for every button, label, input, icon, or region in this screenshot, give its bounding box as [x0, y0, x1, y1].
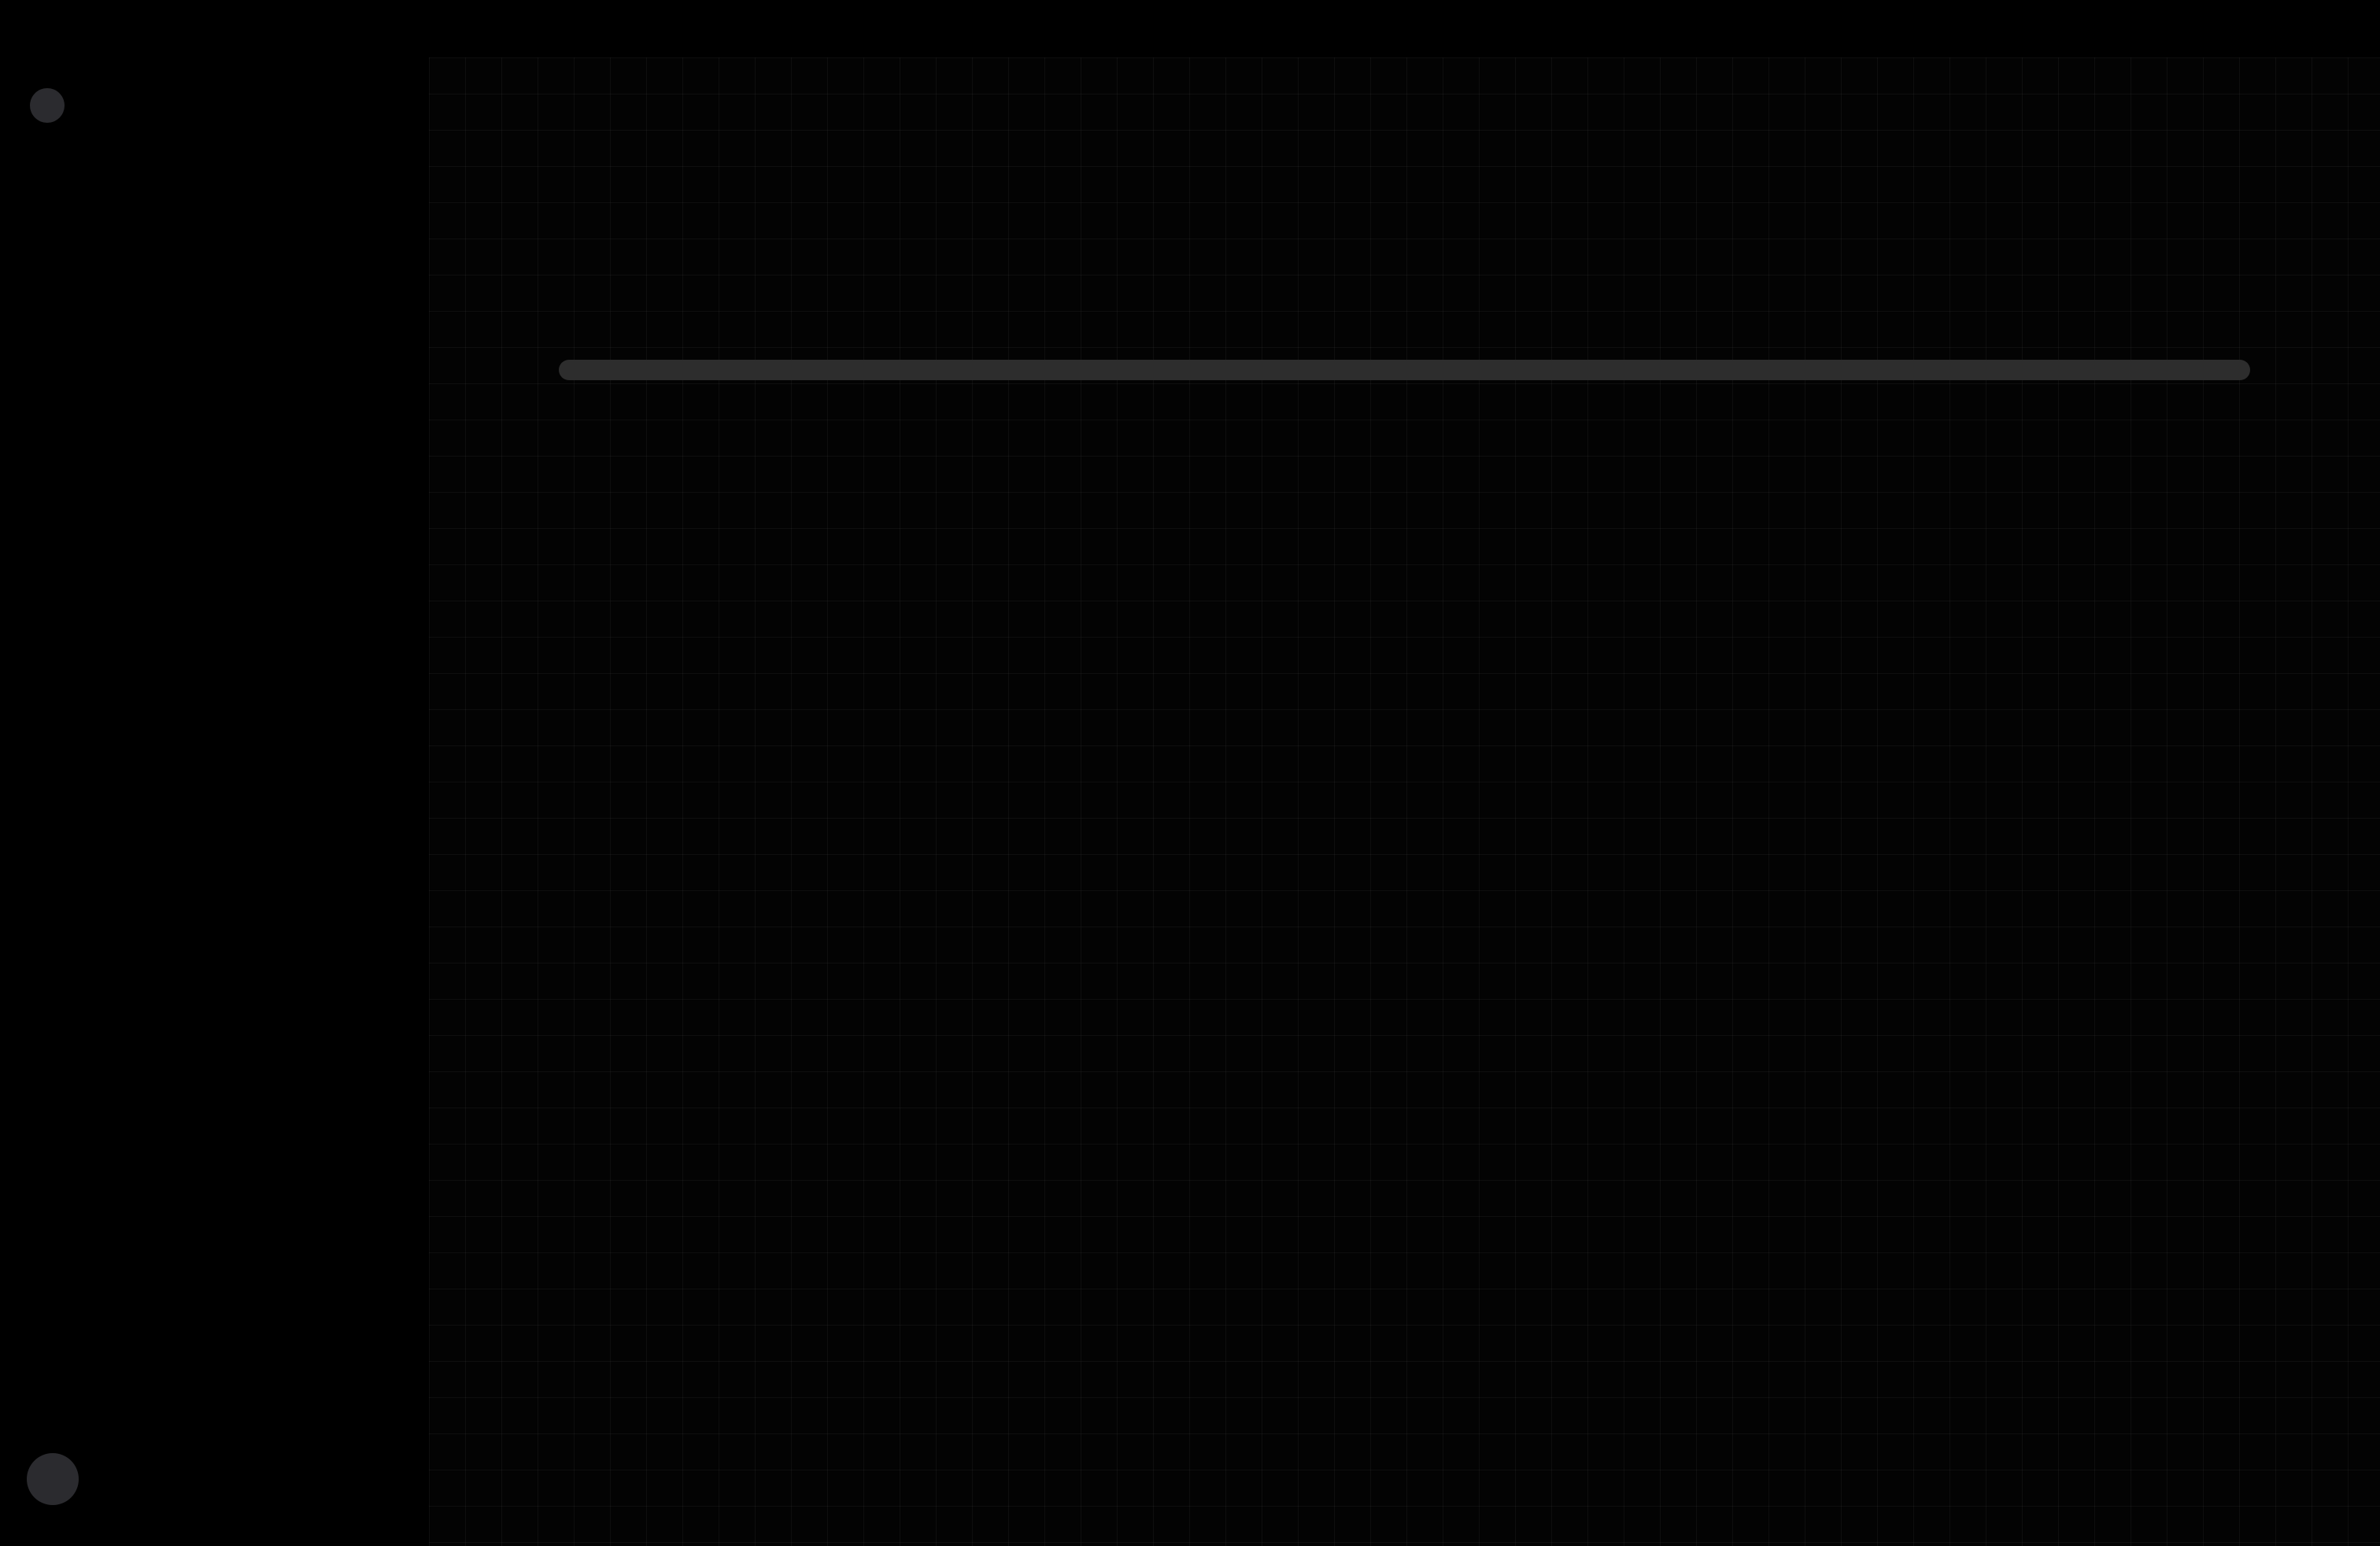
expected-impact-card	[1720, 684, 2293, 871]
info-icon	[1790, 541, 1820, 571]
experiment-progress-bar	[559, 360, 2250, 380]
main-content	[429, 57, 2380, 1546]
info-icon[interactable]	[576, 511, 603, 538]
variant-results-card	[518, 473, 1693, 594]
refresh-button[interactable]	[2225, 180, 2291, 220]
avatar	[27, 1453, 79, 1505]
variant-results-table-card	[518, 900, 2291, 1023]
sidebar	[0, 0, 429, 1546]
recommendation-card	[1720, 473, 2293, 660]
chevrons-up-down-icon	[99, 95, 120, 116]
bell-icon[interactable]	[371, 91, 401, 120]
info-icon	[1790, 752, 1820, 782]
right-column	[1720, 473, 2293, 871]
experiment-progress-fill	[559, 360, 2250, 380]
workspace-switcher[interactable]	[22, 88, 408, 123]
workspace-avatar	[30, 88, 65, 123]
experiment-progress-card	[518, 256, 2291, 445]
page-header	[518, 180, 2291, 220]
user-menu[interactable]	[22, 1453, 408, 1505]
info-icon[interactable]	[576, 292, 603, 319]
